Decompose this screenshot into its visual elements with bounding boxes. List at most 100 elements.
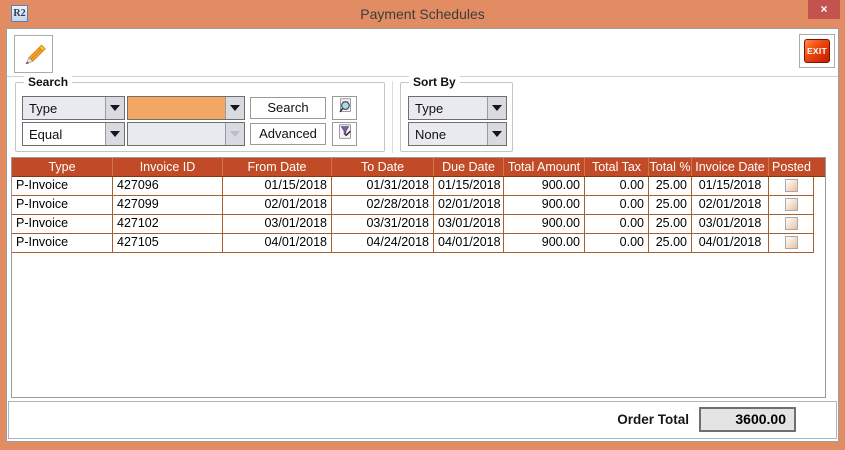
magnifier-page-icon [336, 97, 354, 120]
cell-type: P-Invoice [12, 177, 113, 196]
sort-by-legend: Sort By [409, 75, 460, 89]
search-field-combo[interactable]: Type [22, 96, 125, 120]
cell-invoice-id: 427102 [113, 215, 223, 234]
search-value-combo[interactable] [127, 96, 245, 120]
payment-schedules-window: R2 Payment Schedules × EXIT [0, 0, 845, 450]
chevron-down-icon[interactable] [105, 97, 124, 119]
row-filler [814, 215, 825, 234]
sort-primary-value: Type [409, 97, 487, 119]
sort-by-panel: Sort By Type None [400, 82, 513, 152]
sort-secondary-value: None [409, 123, 487, 145]
column-header-posted[interactable]: Posted [769, 158, 814, 176]
row-filler [814, 196, 825, 215]
posted-checkbox[interactable] [785, 179, 798, 192]
cell-total-tax: 0.00 [585, 196, 649, 215]
cell-from-date: 03/01/2018 [223, 215, 332, 234]
cell-invoice-date: 03/01/2018 [692, 215, 769, 234]
cell-type: P-Invoice [12, 215, 113, 234]
panel-separator [392, 81, 393, 153]
column-header-total[interactable]: Total % [649, 158, 692, 176]
cell-invoice-id: 427105 [113, 234, 223, 253]
search-operator-value: Equal [23, 123, 105, 145]
search-panel-legend: Search [24, 75, 72, 89]
close-button[interactable]: × [808, 0, 840, 19]
posted-checkbox[interactable] [785, 236, 798, 249]
column-header-invoice-id[interactable]: Invoice ID [113, 158, 223, 176]
chevron-down-icon[interactable] [225, 97, 244, 119]
search-button[interactable]: Search [250, 97, 326, 119]
cell-total-tax: 0.00 [585, 234, 649, 253]
sort-secondary-combo[interactable]: None [408, 122, 507, 146]
window-title: Payment Schedules [0, 6, 845, 22]
search-operator-combo[interactable]: Equal [22, 122, 125, 146]
column-header-filler [814, 158, 825, 176]
cell-type: P-Invoice [12, 196, 113, 215]
column-header-from-date[interactable]: From Date [223, 158, 332, 176]
cell-total: 25.00 [649, 196, 692, 215]
cell-total: 25.00 [649, 215, 692, 234]
cell-to-date: 01/31/2018 [332, 177, 434, 196]
cell-due-date: 01/15/2018 [434, 177, 504, 196]
search-value2-text [128, 123, 225, 145]
cell-due-date: 02/01/2018 [434, 196, 504, 215]
column-header-to-date[interactable]: To Date [332, 158, 434, 176]
cell-total-amount: 900.00 [504, 177, 585, 196]
order-total-label: Order Total [617, 412, 689, 427]
cell-from-date: 04/01/2018 [223, 234, 332, 253]
payment-schedule-grid: TypeInvoice IDFrom DateTo DateDue DateTo… [11, 157, 826, 398]
cell-posted [769, 234, 814, 253]
column-header-total-tax[interactable]: Total Tax [585, 158, 649, 176]
advanced-filter-icon [336, 123, 354, 146]
cell-posted [769, 177, 814, 196]
chevron-down-icon[interactable] [105, 123, 124, 145]
table-row[interactable]: P-Invoice42709902/01/201802/28/201802/01… [12, 196, 825, 215]
cell-due-date: 04/01/2018 [434, 234, 504, 253]
table-row[interactable]: P-Invoice42710203/01/201803/31/201803/01… [12, 215, 825, 234]
close-icon: × [820, 2, 827, 16]
advanced-button[interactable]: Advanced [250, 123, 326, 145]
cell-total: 25.00 [649, 177, 692, 196]
cell-from-date: 01/15/2018 [223, 177, 332, 196]
search-panel: Search Type Search [15, 82, 385, 152]
cell-to-date: 04/24/2018 [332, 234, 434, 253]
table-row[interactable]: P-Invoice42710504/01/201804/24/201804/01… [12, 234, 825, 253]
advanced-search-icon-button[interactable] [332, 122, 357, 146]
column-header-invoice-date[interactable]: Invoice Date [692, 158, 769, 176]
cell-total-amount: 900.00 [504, 234, 585, 253]
table-row[interactable]: P-Invoice42709601/15/201801/31/201801/15… [12, 177, 825, 196]
cell-posted [769, 215, 814, 234]
column-header-due-date[interactable]: Due Date [434, 158, 504, 176]
cell-invoice-date: 01/15/2018 [692, 177, 769, 196]
cell-from-date: 02/01/2018 [223, 196, 332, 215]
cell-to-date: 02/28/2018 [332, 196, 434, 215]
cell-due-date: 03/01/2018 [434, 215, 504, 234]
grid-body: P-Invoice42709601/15/201801/31/201801/15… [12, 177, 825, 253]
cell-total-tax: 0.00 [585, 177, 649, 196]
row-filler [814, 177, 825, 196]
edit-button[interactable] [14, 35, 53, 73]
search-magnifier-button[interactable] [332, 96, 357, 120]
order-total-field: 3600.00 [699, 407, 796, 432]
sort-primary-combo[interactable]: Type [408, 96, 507, 120]
column-header-total-amount[interactable]: Total Amount [504, 158, 585, 176]
posted-checkbox[interactable] [785, 217, 798, 230]
cell-total-amount: 900.00 [504, 196, 585, 215]
search-value-text [128, 97, 225, 119]
cell-to-date: 03/31/2018 [332, 215, 434, 234]
chevron-down-icon[interactable] [487, 123, 506, 145]
cell-invoice-date: 02/01/2018 [692, 196, 769, 215]
titlebar: R2 Payment Schedules × [0, 0, 845, 28]
client-area: EXIT Search Type Search [6, 28, 839, 442]
row-filler [814, 234, 825, 253]
chevron-down-icon[interactable] [487, 97, 506, 119]
cell-posted [769, 196, 814, 215]
cell-invoice-id: 427096 [113, 177, 223, 196]
grid-header: TypeInvoice IDFrom DateTo DateDue DateTo… [12, 158, 825, 177]
exit-button[interactable]: EXIT [799, 34, 835, 68]
posted-checkbox[interactable] [785, 198, 798, 211]
cell-total-amount: 900.00 [504, 215, 585, 234]
cell-total-tax: 0.00 [585, 215, 649, 234]
search-field-value: Type [23, 97, 105, 119]
column-header-type[interactable]: Type [12, 158, 113, 176]
cell-type: P-Invoice [12, 234, 113, 253]
